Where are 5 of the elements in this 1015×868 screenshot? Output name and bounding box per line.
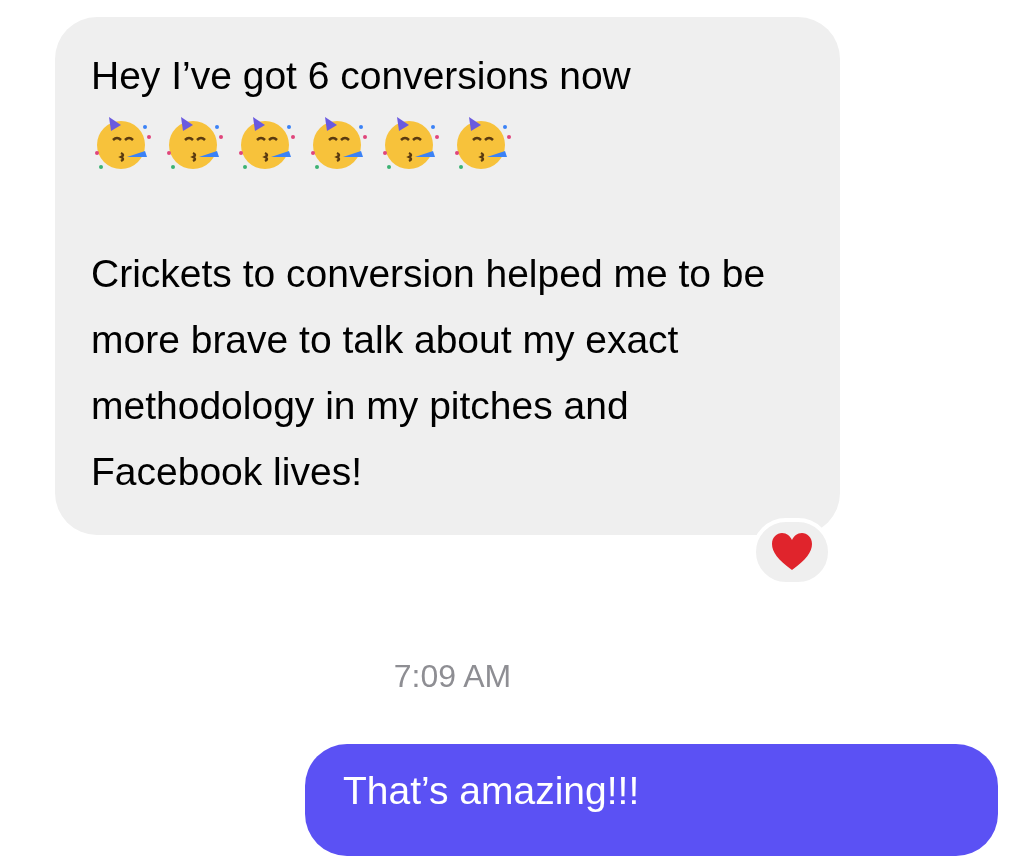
message-text: Hey I’ve got 6 conversions now (91, 53, 632, 99)
sent-message-bubble: That’s amazing!!! (305, 744, 998, 856)
message-text: Crickets to conversion helped me to be more brave to talk about my exact methodology in my pitches and Facebook lives! (91, 251, 767, 495)
message-timestamp: 7:09 AM (393, 657, 512, 696)
heart-icon (770, 532, 814, 572)
